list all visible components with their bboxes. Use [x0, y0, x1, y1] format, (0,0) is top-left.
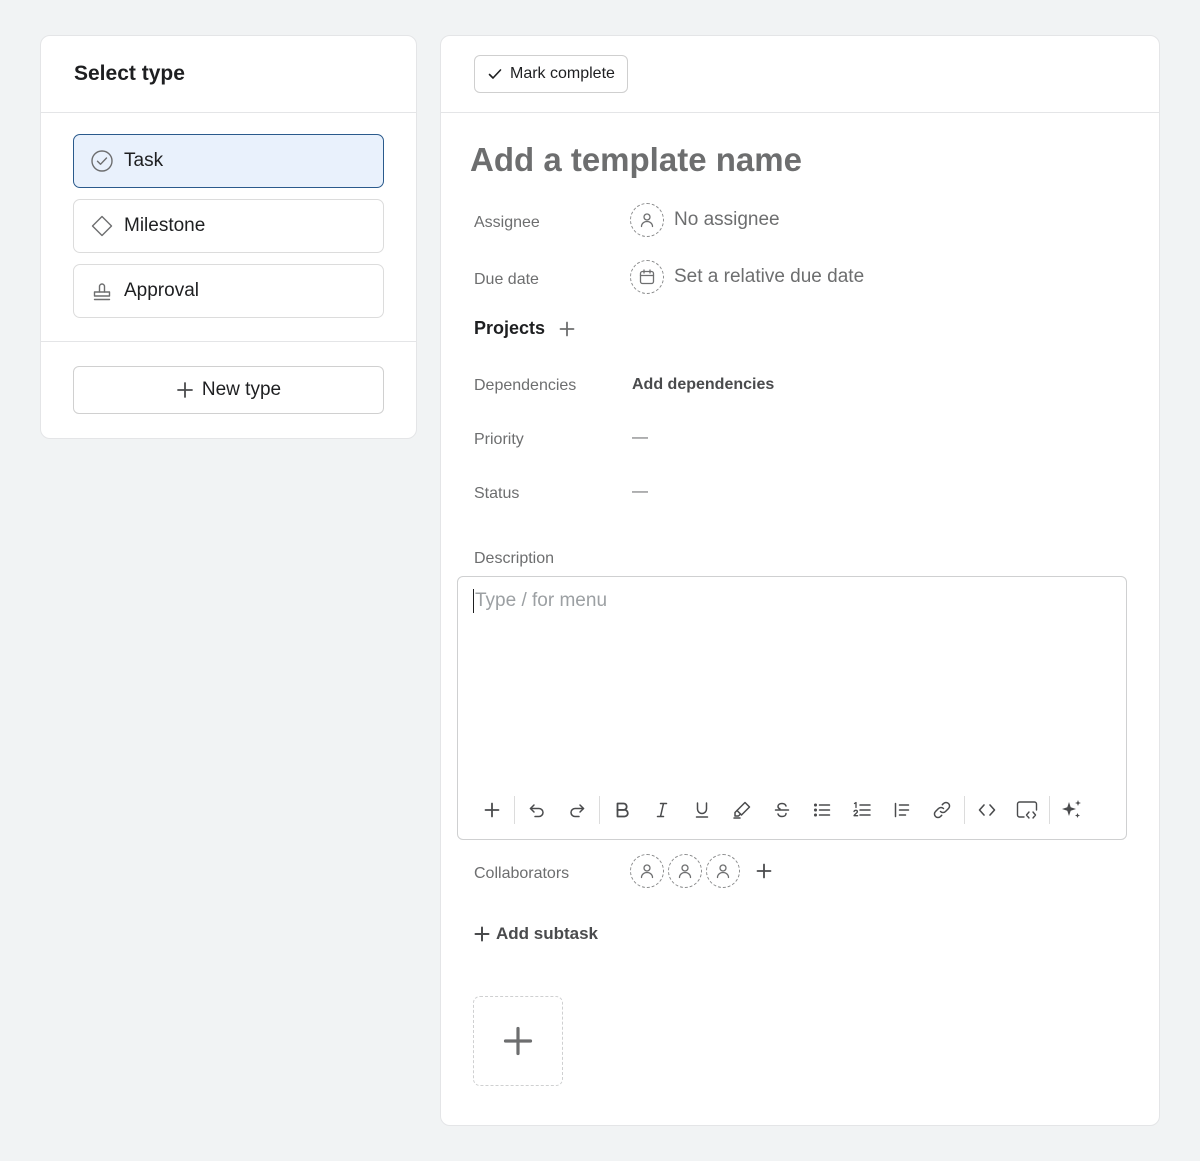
editor-header: Mark complete: [441, 36, 1159, 113]
new-type-section: New type: [41, 342, 416, 414]
highlighter-icon[interactable]: [722, 795, 762, 825]
type-option-task[interactable]: Task: [73, 134, 384, 188]
new-type-label: New type: [201, 379, 282, 400]
undo-icon[interactable]: [517, 795, 557, 825]
insert-plus-icon[interactable]: [472, 795, 512, 825]
dependencies-label: Dependencies: [474, 377, 577, 394]
plus-icon: [503, 1026, 533, 1056]
add-subtask-button[interactable]: Add subtask: [474, 924, 598, 944]
stamp-icon: [90, 279, 114, 303]
toolbar-divider: [1049, 796, 1050, 824]
code-block-icon[interactable]: [1007, 795, 1047, 825]
numbered-list-icon[interactable]: [842, 795, 882, 825]
type-option-label: Milestone: [124, 215, 206, 236]
template-name-input[interactable]: Add a template name: [470, 141, 1070, 179]
type-option-label: Task: [124, 150, 164, 171]
description-input[interactable]: Type / for menu: [473, 589, 607, 613]
due-date-value: Set a relative due date: [674, 266, 865, 287]
due-date-picker[interactable]: Set a relative due date: [630, 260, 864, 294]
underline-icon[interactable]: [682, 795, 722, 825]
projects-row: Projects: [474, 318, 575, 339]
type-selector-panel: Select type Task Milestone Approval New …: [40, 35, 417, 439]
type-selector-title: Select type: [74, 62, 185, 85]
checkmark-icon: [487, 66, 503, 82]
add-attachment-button[interactable]: [473, 996, 563, 1086]
collaborator-avatar-placeholder[interactable]: [668, 854, 702, 888]
redo-icon[interactable]: [557, 795, 597, 825]
status-label: Status: [474, 485, 520, 502]
toolbar-divider: [964, 796, 965, 824]
status-value[interactable]: —: [632, 483, 648, 501]
priority-label: Priority: [474, 431, 524, 448]
bulleted-list-icon[interactable]: [802, 795, 842, 825]
type-option-approval[interactable]: Approval: [73, 264, 384, 318]
strikethrough-icon[interactable]: [762, 795, 802, 825]
type-option-label: Approval: [124, 280, 199, 301]
calendar-icon: [630, 260, 664, 294]
type-option-milestone[interactable]: Milestone: [73, 199, 384, 253]
assignee-label: Assignee: [474, 214, 540, 231]
toolbar-divider: [514, 796, 515, 824]
person-icon: [630, 203, 664, 237]
formatting-toolbar: [472, 795, 1092, 825]
toolbar-divider: [599, 796, 600, 824]
mark-complete-label: Mark complete: [510, 65, 615, 82]
priority-value[interactable]: —: [632, 429, 648, 447]
diamond-icon: [90, 214, 114, 238]
add-collaborator-plus-icon[interactable]: [756, 863, 772, 879]
description-editor[interactable]: Type / for menu: [457, 576, 1127, 840]
type-list: Task Milestone Approval: [41, 113, 416, 342]
task-template-editor: Mark complete Add a template name Assign…: [440, 35, 1160, 1126]
bold-icon[interactable]: [602, 795, 642, 825]
new-type-button[interactable]: New type: [73, 366, 384, 414]
collaborator-avatar-placeholder[interactable]: [706, 854, 740, 888]
add-project-plus-icon[interactable]: [559, 321, 575, 337]
quote-icon[interactable]: [882, 795, 922, 825]
due-date-label: Due date: [474, 271, 539, 288]
type-selector-header: Select type: [41, 36, 416, 113]
check-circle-icon: [90, 149, 114, 173]
add-dependencies-link[interactable]: Add dependencies: [632, 376, 774, 394]
assignee-picker[interactable]: No assignee: [630, 203, 780, 237]
assignee-value: No assignee: [674, 209, 780, 230]
description-label: Description: [474, 550, 555, 567]
link-icon[interactable]: [922, 795, 962, 825]
collaborators-list: [630, 854, 772, 888]
collaborators-label: Collaborators: [474, 865, 570, 882]
italic-icon[interactable]: [642, 795, 682, 825]
ai-sparkle-icon[interactable]: [1052, 795, 1092, 825]
plus-icon: [176, 381, 194, 399]
plus-icon: [474, 926, 490, 942]
code-icon[interactable]: [967, 795, 1007, 825]
add-subtask-label: Add subtask: [496, 924, 599, 943]
projects-label: Projects: [474, 318, 546, 338]
mark-complete-button[interactable]: Mark complete: [474, 55, 628, 93]
collaborator-avatar-placeholder[interactable]: [630, 854, 664, 888]
